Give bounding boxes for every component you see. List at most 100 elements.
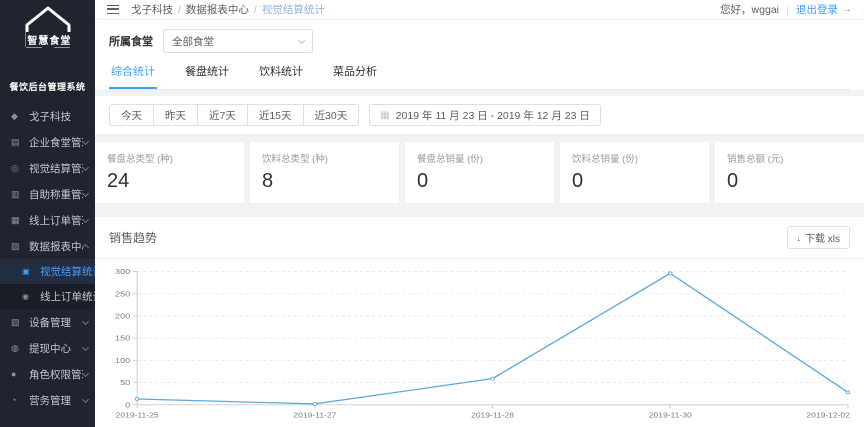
download-icon: ↓ — [797, 233, 802, 243]
brand-subtitle: 餐饮后台管理系统 — [0, 78, 95, 99]
vision-settle-icon: ◎ — [11, 163, 24, 174]
sidebar-item-company[interactable]: ◆ 戈子科技 — [0, 103, 95, 129]
chart-body: 0 50 100 150 200 250 300 2019-11-25 2019-11-27 20… — [95, 259, 864, 427]
svg-text:2019-11-28: 2019-11-28 — [471, 411, 515, 419]
logout-link[interactable]: 退出登录 → — [796, 2, 852, 17]
tab-dish-analysis[interactable]: 菜品分析 — [331, 63, 379, 89]
stat-card-drink-types: 饮料总类型 (种) 8 — [250, 142, 399, 203]
chevron-down-icon — [82, 189, 89, 196]
trend-chart: 0 50 100 150 200 250 300 2019-11-25 2019-11-27 20… — [99, 263, 858, 427]
chevron-down-icon — [82, 163, 89, 170]
sidebar-item-withdraw[interactable]: ◍ 提现中心 — [0, 335, 95, 361]
canteen-mgmt-icon: ▤ — [11, 137, 24, 148]
app-window: 智慧食堂 餐饮后台管理系统 ◆ 戈子科技 ▤ 企业食堂管理 ◎ 视觉结算管理 ▥… — [0, 0, 864, 427]
breadcrumb-current: 视觉结算统计 — [262, 2, 325, 17]
sidebar-item-device[interactable]: ▧ 设备管理 — [0, 309, 95, 335]
business-icon: ◔ — [11, 395, 24, 405]
tab-overall-stats[interactable]: 综合统计 — [109, 63, 157, 89]
range-yesterday-button[interactable]: 昨天 — [153, 104, 198, 126]
breadcrumb-separator: / — [254, 4, 257, 16]
brand-title: 智慧食堂 — [25, 32, 73, 47]
chevron-down-icon — [82, 137, 89, 144]
order-stats-icon: ◉ — [22, 292, 35, 301]
stats-tabs: 综合统计 餐盘统计 饮料统计 菜品分析 — [109, 63, 850, 90]
range-7d-button[interactable]: 近7天 — [197, 104, 248, 126]
logout-icon: → — [842, 4, 852, 15]
stat-card-drink-sales: 饮料总销量 (份) 0 — [560, 142, 709, 203]
svg-text:50: 50 — [120, 378, 130, 387]
menu-collapse-icon[interactable] — [107, 5, 119, 14]
svg-text:2019-12-02: 2019-12-02 — [806, 411, 850, 419]
sidebar-subitem-vision-stats[interactable]: ▣ 视觉结算统计 — [0, 259, 95, 284]
range-30d-button[interactable]: 近30天 — [303, 104, 360, 126]
withdraw-icon: ◍ — [11, 343, 24, 354]
chart-header: 销售趋势 ↓ 下载 xls — [95, 217, 864, 259]
sidebar-subitem-order-stats[interactable]: ◉ 线上订单统计 — [0, 284, 95, 309]
range-today-button[interactable]: 今天 — [109, 104, 154, 126]
user-area: 您好，wggai 退出登录 → — [720, 2, 852, 17]
sidebar: 智慧食堂 餐饮后台管理系统 ◆ 戈子科技 ▤ 企业食堂管理 ◎ 视觉结算管理 ▥… — [0, 0, 95, 427]
svg-text:300: 300 — [115, 267, 130, 276]
stat-value: 8 — [262, 170, 387, 193]
brand-logo: 智慧食堂 — [0, 0, 95, 78]
stat-value: 0 — [727, 170, 852, 193]
stat-card-plate-sales: 餐盘总销量 (份) 0 — [405, 142, 554, 203]
svg-text:200: 200 — [115, 311, 130, 320]
online-order-icon: ▦ — [11, 215, 24, 226]
stat-value: 0 — [417, 170, 542, 193]
stat-value: 24 — [107, 170, 232, 193]
canteen-label: 所属食堂 — [109, 33, 153, 49]
sidebar-item-business[interactable]: ◔ 营务管理 — [0, 387, 95, 413]
range-15d-button[interactable]: 近15天 — [247, 104, 304, 126]
calendar-icon: ▦ — [380, 110, 389, 121]
user-greeting: 您好，wggai — [720, 2, 779, 17]
breadcrumb-company[interactable]: 戈子科技 — [131, 2, 173, 17]
data-report-icon: ▨ — [11, 241, 24, 252]
divider — [787, 5, 788, 15]
svg-text:250: 250 — [115, 289, 130, 298]
chevron-up-icon — [82, 244, 89, 251]
chart-title: 销售趋势 — [109, 229, 157, 246]
stat-card-plate-types: 餐盘总类型 (种) 24 — [95, 142, 244, 203]
sidebar-item-data-report[interactable]: ▨ 数据报表中心 — [0, 233, 95, 259]
download-xls-button[interactable]: ↓ 下载 xls — [787, 226, 851, 249]
self-weigh-icon: ▥ — [11, 189, 24, 200]
stat-card-total-revenue: 销售总额 (元) 0 — [715, 142, 864, 203]
role-perm-icon: ● — [11, 369, 24, 379]
svg-text:2019-11-30: 2019-11-30 — [649, 411, 693, 419]
sidebar-item-role-perm[interactable]: ● 角色权限管理 — [0, 361, 95, 387]
svg-text:2019-11-25: 2019-11-25 — [116, 411, 160, 419]
chevron-down-icon — [82, 369, 89, 376]
tab-drink-stats[interactable]: 饮料统计 — [257, 63, 305, 89]
svg-text:0: 0 — [125, 400, 130, 409]
company-icon: ◆ — [11, 111, 24, 122]
stat-value: 0 — [572, 170, 697, 193]
svg-text:2019-11-27: 2019-11-27 — [293, 411, 336, 419]
filter-panel: 所属食堂 全部食堂 综合统计 餐盘统计 饮料统计 菜品分析 — [95, 20, 864, 90]
svg-text:100: 100 — [115, 356, 130, 365]
date-filter-panel: 今天 昨天 近7天 近15天 近30天 ▦ 2019 年 11 月 23 日 -… — [95, 96, 864, 134]
quick-range-group: 今天 昨天 近7天 近15天 近30天 — [109, 104, 359, 126]
sidebar-item-online-order[interactable]: ▦ 线上订单管理 — [0, 207, 95, 233]
device-icon: ▧ — [11, 317, 24, 328]
sidebar-item-vision-settle[interactable]: ◎ 视觉结算管理 — [0, 155, 95, 181]
data-report-submenu: ▣ 视觉结算统计 ◉ 线上订单统计 — [0, 259, 95, 309]
main-area: 戈子科技 / 数据报表中心 / 视觉结算统计 您好，wggai 退出登录 → 所… — [95, 0, 864, 427]
svg-text:150: 150 — [115, 333, 130, 342]
chevron-down-icon — [82, 317, 89, 324]
chevron-down-icon — [82, 215, 89, 222]
sidebar-menu: ◆ 戈子科技 ▤ 企业食堂管理 ◎ 视觉结算管理 ▥ 自助称重管理 ▦ 线上订单… — [0, 99, 95, 413]
sidebar-item-self-weigh[interactable]: ▥ 自助称重管理 — [0, 181, 95, 207]
sidebar-item-canteen-mgmt[interactable]: ▤ 企业食堂管理 — [0, 129, 95, 155]
chevron-down-icon — [82, 343, 89, 350]
chevron-down-icon — [82, 395, 89, 402]
top-bar: 戈子科技 / 数据报表中心 / 视觉结算统计 您好，wggai 退出登录 → — [95, 0, 864, 20]
breadcrumb-data-report[interactable]: 数据报表中心 — [186, 2, 249, 17]
stats-row: 餐盘总类型 (种) 24 饮料总类型 (种) 8 餐盘总销量 (份) 0 饮料总… — [95, 142, 864, 203]
canteen-select[interactable]: 全部食堂 — [163, 29, 313, 53]
date-range-picker[interactable]: ▦ 2019 年 11 月 23 日 - 2019 年 12 月 23 日 — [369, 104, 601, 126]
breadcrumb-separator: / — [178, 4, 181, 16]
vision-stats-icon: ▣ — [22, 267, 35, 276]
tab-plate-stats[interactable]: 餐盘统计 — [183, 63, 231, 89]
chevron-down-icon — [298, 36, 305, 43]
